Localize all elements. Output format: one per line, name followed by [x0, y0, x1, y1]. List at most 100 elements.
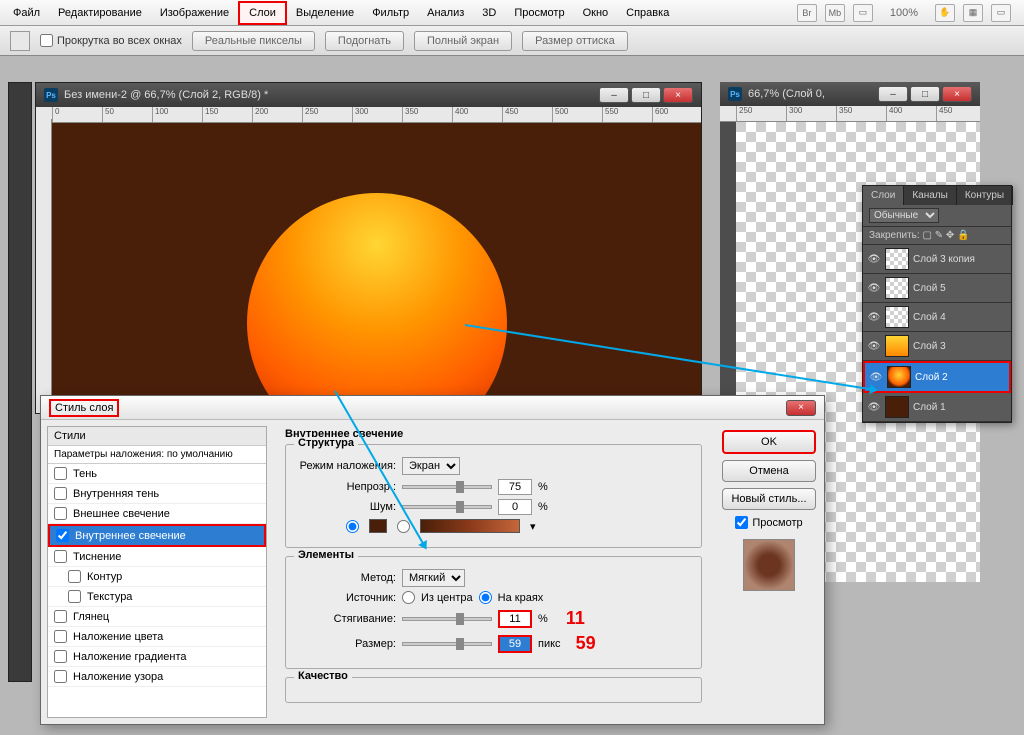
blendmode-select[interactable]: Обычные	[869, 208, 939, 223]
noise-slider[interactable]	[402, 505, 492, 509]
gradient-picker[interactable]	[420, 519, 520, 533]
style-contour[interactable]: Контур	[48, 567, 266, 587]
technique-select[interactable]: Мягкий	[402, 569, 465, 587]
ruler-horizontal: 050100150200250300350400450500550600650	[36, 107, 701, 123]
cancel-button[interactable]: Отмена	[722, 460, 816, 482]
menu-help[interactable]: Справка	[617, 3, 678, 23]
choke-input[interactable]	[498, 610, 532, 628]
visibility-icon[interactable]: 👁	[867, 281, 881, 295]
menu-edit[interactable]: Редактирование	[49, 3, 151, 23]
close-icon[interactable]: ×	[663, 87, 693, 103]
opacity-slider[interactable]	[402, 485, 492, 489]
layer-item-selected[interactable]: 👁Слой 2	[863, 361, 1011, 393]
menu-view[interactable]: Просмотр	[505, 3, 573, 23]
tool-preset[interactable]	[10, 31, 30, 51]
color-swatch[interactable]	[369, 519, 387, 533]
layers-panel: Слои Каналы Контуры Обычные Закрепить: ▢…	[862, 185, 1012, 423]
visibility-icon[interactable]: 👁	[867, 400, 881, 414]
visibility-icon[interactable]: 👁	[867, 252, 881, 266]
style-outerglow[interactable]: Внешнее свечение	[48, 504, 266, 524]
menu-3d[interactable]: 3D	[473, 3, 505, 23]
menu-select[interactable]: Выделение	[287, 3, 363, 23]
visibility-icon[interactable]: 👁	[869, 370, 883, 384]
visibility-icon[interactable]: 👁	[867, 310, 881, 324]
minimize-icon[interactable]: –	[878, 86, 908, 102]
lock-paint-icon[interactable]: ✎	[935, 230, 943, 241]
preview-check[interactable]	[735, 516, 748, 529]
elements-legend: Элементы	[294, 549, 358, 561]
menu-window[interactable]: Окно	[574, 3, 618, 23]
style-gradoverlay[interactable]: Наложение градиента	[48, 647, 266, 667]
layer-item[interactable]: 👁Слой 1	[863, 393, 1011, 422]
style-settings: Внутреннее свечение Структура Режим нало…	[273, 420, 714, 724]
menu-layers[interactable]: Слои	[238, 1, 287, 25]
layer-thumb[interactable]	[885, 306, 909, 328]
mb-icon[interactable]: Mb	[825, 4, 845, 22]
size-slider[interactable]	[402, 642, 492, 646]
lock-transparent-icon[interactable]: ▢	[922, 230, 931, 241]
gradient-radio[interactable]	[397, 520, 410, 533]
lock-row: Закрепить: ▢ ✎ ✥ 🔒	[863, 227, 1011, 245]
blending-options[interactable]: Параметры наложения: по умолчанию	[48, 446, 266, 464]
screen-icon[interactable]: ▭	[853, 4, 873, 22]
style-satin[interactable]: Глянец	[48, 607, 266, 627]
style-bevel[interactable]: Тиснение	[48, 547, 266, 567]
menu-analysis[interactable]: Анализ	[418, 3, 473, 23]
style-dropshadow[interactable]: Тень	[48, 464, 266, 484]
close-icon[interactable]: ×	[942, 86, 972, 102]
tab-layers[interactable]: Слои	[863, 186, 904, 205]
tab-paths[interactable]: Контуры	[957, 186, 1013, 205]
layer-item[interactable]: 👁Слой 4	[863, 303, 1011, 332]
style-patoverlay[interactable]: Наложение узора	[48, 667, 266, 687]
size-input[interactable]	[498, 635, 532, 653]
layer-item[interactable]: 👁Слой 3	[863, 332, 1011, 361]
canvas[interactable]	[52, 123, 701, 413]
layer-item[interactable]: 👁Слой 3 копия	[863, 245, 1011, 274]
layer-thumb[interactable]	[887, 366, 911, 388]
noise-input[interactable]	[498, 499, 532, 515]
style-innerglow[interactable]: Внутреннее свечение	[48, 524, 266, 547]
dropdown-icon[interactable]: ▾	[530, 520, 536, 533]
newstyle-button[interactable]: Новый стиль...	[722, 488, 816, 510]
maximize-icon[interactable]: □	[631, 87, 661, 103]
tab-channels[interactable]: Каналы	[904, 186, 957, 205]
layer-thumb[interactable]	[885, 277, 909, 299]
hand-icon[interactable]: ✋	[935, 4, 955, 22]
color-radio[interactable]	[346, 520, 359, 533]
layer-thumb[interactable]	[885, 335, 909, 357]
layer-thumb[interactable]	[885, 396, 909, 418]
document-window: PsБез имени-2 @ 66,7% (Слой 2, RGB/8) * …	[35, 82, 702, 414]
opacity-input[interactable]	[498, 479, 532, 495]
source-center-radio[interactable]	[402, 591, 415, 604]
arrange-icon[interactable]: ▦	[963, 4, 983, 22]
actual-pixels-btn[interactable]: Реальные пикселы	[192, 31, 315, 51]
choke-slider[interactable]	[402, 617, 492, 621]
zoom-level[interactable]: 100%	[881, 3, 927, 23]
workspace-icon[interactable]: ▭	[991, 4, 1011, 22]
source-edge-radio[interactable]	[479, 591, 492, 604]
style-innershadow[interactable]: Внутренняя тень	[48, 484, 266, 504]
bridge-icon[interactable]: Br	[797, 4, 817, 22]
close-icon[interactable]: ×	[786, 400, 816, 416]
tools-palette[interactable]	[8, 82, 32, 682]
style-coloroverlay[interactable]: Наложение цвета	[48, 627, 266, 647]
visibility-icon[interactable]: 👁	[867, 339, 881, 353]
scroll-all-check[interactable]: Прокрутка во всех окнах	[40, 34, 182, 47]
menu-filter[interactable]: Фильтр	[363, 3, 418, 23]
lock-all-icon[interactable]: 🔒	[957, 230, 969, 241]
dialog-title: Стиль слоя	[49, 399, 119, 417]
styles-header[interactable]: Стили	[48, 427, 266, 446]
menu-file[interactable]: Файл	[4, 3, 49, 23]
menu-image[interactable]: Изображение	[151, 3, 238, 23]
layer-item[interactable]: 👁Слой 5	[863, 274, 1011, 303]
maximize-icon[interactable]: □	[910, 86, 940, 102]
printsize-btn[interactable]: Размер оттиска	[522, 31, 628, 51]
layer-thumb[interactable]	[885, 248, 909, 270]
style-texture[interactable]: Текстура	[48, 587, 266, 607]
fullscreen-btn[interactable]: Полный экран	[414, 31, 512, 51]
minimize-icon[interactable]: –	[599, 87, 629, 103]
fit-btn[interactable]: Подогнать	[325, 31, 404, 51]
ok-button[interactable]: OK	[722, 430, 816, 454]
lock-move-icon[interactable]: ✥	[946, 230, 954, 241]
blendmode-select[interactable]: Экран	[402, 457, 460, 475]
